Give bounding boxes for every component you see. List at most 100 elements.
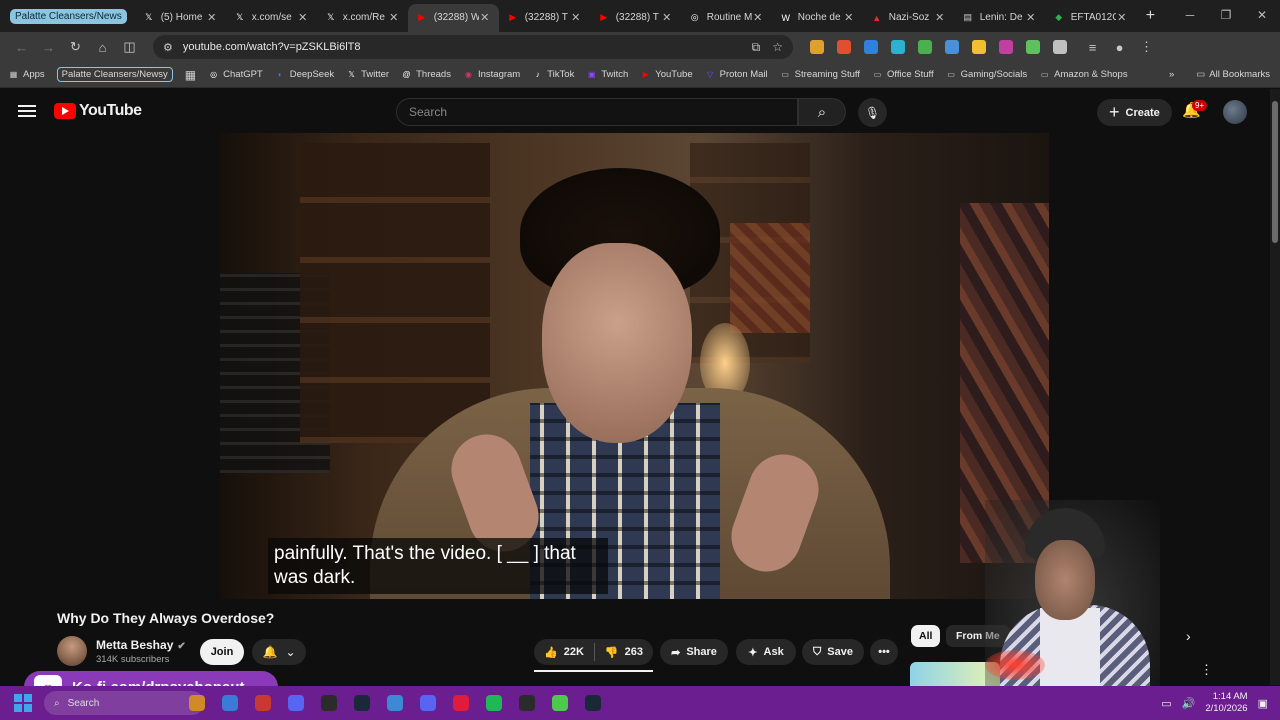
channel-name-row[interactable]: Metta Beshay ✔ <box>96 638 186 652</box>
reading-list-icon[interactable]: ≡ <box>1079 40 1106 55</box>
tab-close-icon[interactable]: ✕ <box>1116 11 1128 24</box>
taskbar-app-icon[interactable] <box>543 686 576 720</box>
browser-tab[interactable]: 𝕏x.com/Re ✕ <box>317 4 408 32</box>
bookmark-item[interactable]: ▶ YouTube <box>640 69 693 80</box>
channel-avatar[interactable] <box>57 636 87 666</box>
create-button[interactable]: + Create <box>1097 99 1172 126</box>
extension-icon[interactable] <box>830 39 857 55</box>
extension-icon[interactable] <box>857 39 884 55</box>
browser-tab[interactable]: ▶ (32288) W ✕ <box>407 3 499 32</box>
tab-groups-icon[interactable]: ▦ <box>185 68 196 82</box>
youtube-logo[interactable]: YouTube <box>54 102 142 120</box>
tab-close-icon[interactable]: ✕ <box>206 11 218 24</box>
video-player[interactable]: painfully. That's the video. [ __ ] that… <box>220 133 1049 599</box>
search-button[interactable]: ⌕ <box>798 98 846 126</box>
more-actions-button[interactable]: ••• <box>870 639 898 665</box>
notification-center-icon[interactable]: ▣ <box>1258 697 1268 710</box>
address-bar[interactable]: ⚙ youtube.com/watch?v=pZSKLBi6lT8 ⧉ ☆ <box>153 35 793 59</box>
browser-tab[interactable]: ▲ Nazi-Soz ✕ <box>863 4 954 32</box>
bookmark-item[interactable]: ◎ ChatGPT <box>208 69 263 80</box>
extension-icon[interactable] <box>965 39 992 55</box>
bookmark-item[interactable]: @ Threads <box>401 69 451 80</box>
tab-close-icon[interactable]: ✕ <box>661 11 673 24</box>
tab-close-icon[interactable]: ✕ <box>570 11 582 24</box>
menu-icon[interactable]: ⋮ <box>1133 39 1160 55</box>
bookmark-item[interactable]: ▣ Twitch <box>586 69 628 80</box>
bookmark-item[interactable]: ◉ Instagram <box>463 69 520 80</box>
back-icon[interactable]: ← <box>8 40 35 55</box>
ask-button[interactable]: ✦ Ask <box>736 639 796 665</box>
browser-tab[interactable]: ◆ EFTA012C ✕ <box>1045 4 1136 32</box>
browser-tab[interactable]: ▶ (32288) T ✕ <box>499 4 590 32</box>
forward-icon[interactable]: → <box>35 40 62 55</box>
browser-tab[interactable]: W Noche de ✕ <box>772 4 863 32</box>
network-icon[interactable]: ▭ <box>1161 697 1171 710</box>
bookmark-item[interactable]: ▭ Amazon & Shops <box>1039 69 1128 80</box>
split-view-icon[interactable]: ◫ <box>116 39 143 55</box>
page-scrollbar[interactable] <box>1270 89 1280 685</box>
reload-icon[interactable]: ↻ <box>62 39 89 55</box>
close-window-icon[interactable]: ✕ <box>1244 0 1280 32</box>
search-input[interactable]: Search <box>396 98 798 126</box>
extension-icon[interactable] <box>884 39 911 55</box>
recommendation-more-icon[interactable]: ⋮ <box>1200 662 1213 678</box>
taskbar-app-icon[interactable] <box>345 686 378 720</box>
bookmark-item[interactable]: 𝕏 Twitter <box>346 69 389 80</box>
subscription-bell-button[interactable]: 🔔 ⌄ <box>252 639 306 665</box>
chevron-right-icon[interactable]: › <box>1186 628 1191 644</box>
clock[interactable]: 1:14 AM 2/10/2026 <box>1205 691 1247 715</box>
bookmark-item[interactable]: ♪ TikTok <box>532 69 575 80</box>
extension-icon[interactable] <box>803 39 830 55</box>
taskbar-app-icon[interactable] <box>279 686 312 720</box>
taskbar-app-icon[interactable] <box>576 686 609 720</box>
home-icon[interactable]: ⌂ <box>89 40 116 55</box>
menu-hamburger-icon[interactable] <box>18 102 36 120</box>
restore-icon[interactable]: ❐ <box>1208 0 1244 32</box>
bookmark-item[interactable]: ▭ Office Stuff <box>872 69 934 80</box>
taskbar-app-icon[interactable] <box>180 686 213 720</box>
extension-icon[interactable] <box>938 39 965 55</box>
bookmark-item[interactable]: ◐ DeepSeek <box>275 69 334 80</box>
new-tab-icon[interactable]: + <box>1146 7 1155 25</box>
tab-close-icon[interactable]: ✕ <box>479 11 491 24</box>
taskbar-app-icon[interactable] <box>510 686 543 720</box>
tab-close-icon[interactable]: ✕ <box>297 11 309 24</box>
extension-icon[interactable] <box>1046 39 1073 55</box>
account-avatar[interactable] <box>1223 100 1247 124</box>
taskbar-app-icon[interactable] <box>411 686 444 720</box>
all-bookmarks[interactable]: All Bookmarks <box>1209 69 1270 80</box>
browser-tab[interactable]: 𝕏x.com/se ✕ <box>226 4 317 32</box>
taskbar-app-icon[interactable] <box>213 686 246 720</box>
taskbar-app-icon[interactable] <box>246 686 279 720</box>
overflow-chevron-icon[interactable]: » <box>1169 69 1174 80</box>
browser-tab[interactable]: 𝕏 (5) Home ✕ <box>135 4 226 32</box>
taskbar-app-icon[interactable] <box>477 686 510 720</box>
join-button[interactable]: Join <box>200 639 244 665</box>
tab-group-label[interactable]: Palatte Cleansers/News <box>10 8 127 24</box>
tab-close-icon[interactable]: ✕ <box>934 11 946 24</box>
chip-all[interactable]: All <box>911 625 941 647</box>
browser-tab[interactable]: ◎ Routine M ✕ <box>681 4 772 32</box>
bookmark-group-pill[interactable]: Palatte Cleansers/Newsy <box>56 67 173 82</box>
apps-bookmark[interactable]: ▦ Apps <box>8 69 45 80</box>
scrollbar-thumb[interactable] <box>1272 101 1278 243</box>
taskbar-app-icon[interactable] <box>378 686 411 720</box>
extension-icon[interactable] <box>1019 39 1046 55</box>
bookmark-item[interactable]: ▽ Proton Mail <box>705 69 768 80</box>
tab-close-icon[interactable]: ✕ <box>1025 11 1037 24</box>
profile-icon[interactable]: ● <box>1106 40 1133 55</box>
tab-close-icon[interactable]: ✕ <box>388 11 400 24</box>
volume-icon[interactable]: 🔊 <box>1182 697 1196 710</box>
taskbar-app-icon[interactable] <box>444 686 477 720</box>
share-button[interactable]: ➦ Share <box>660 639 728 665</box>
bookmark-item[interactable]: ▭ Gaming/Socials <box>946 69 1027 80</box>
voice-search-icon[interactable]: 🎙 <box>858 98 887 127</box>
like-button[interactable]: 👍 22K <box>534 639 594 665</box>
extension-icon[interactable] <box>992 39 1019 55</box>
taskbar-app-icon[interactable] <box>312 686 345 720</box>
bookmark-star-icon[interactable]: ☆ <box>772 40 783 54</box>
minimize-icon[interactable]: ─ <box>1172 0 1208 32</box>
dislike-button[interactable]: 👎 263 <box>595 639 653 665</box>
save-button[interactable]: ⛉ Save <box>802 639 864 665</box>
browser-tab[interactable]: ▶ (32288) T ✕ <box>590 4 681 32</box>
